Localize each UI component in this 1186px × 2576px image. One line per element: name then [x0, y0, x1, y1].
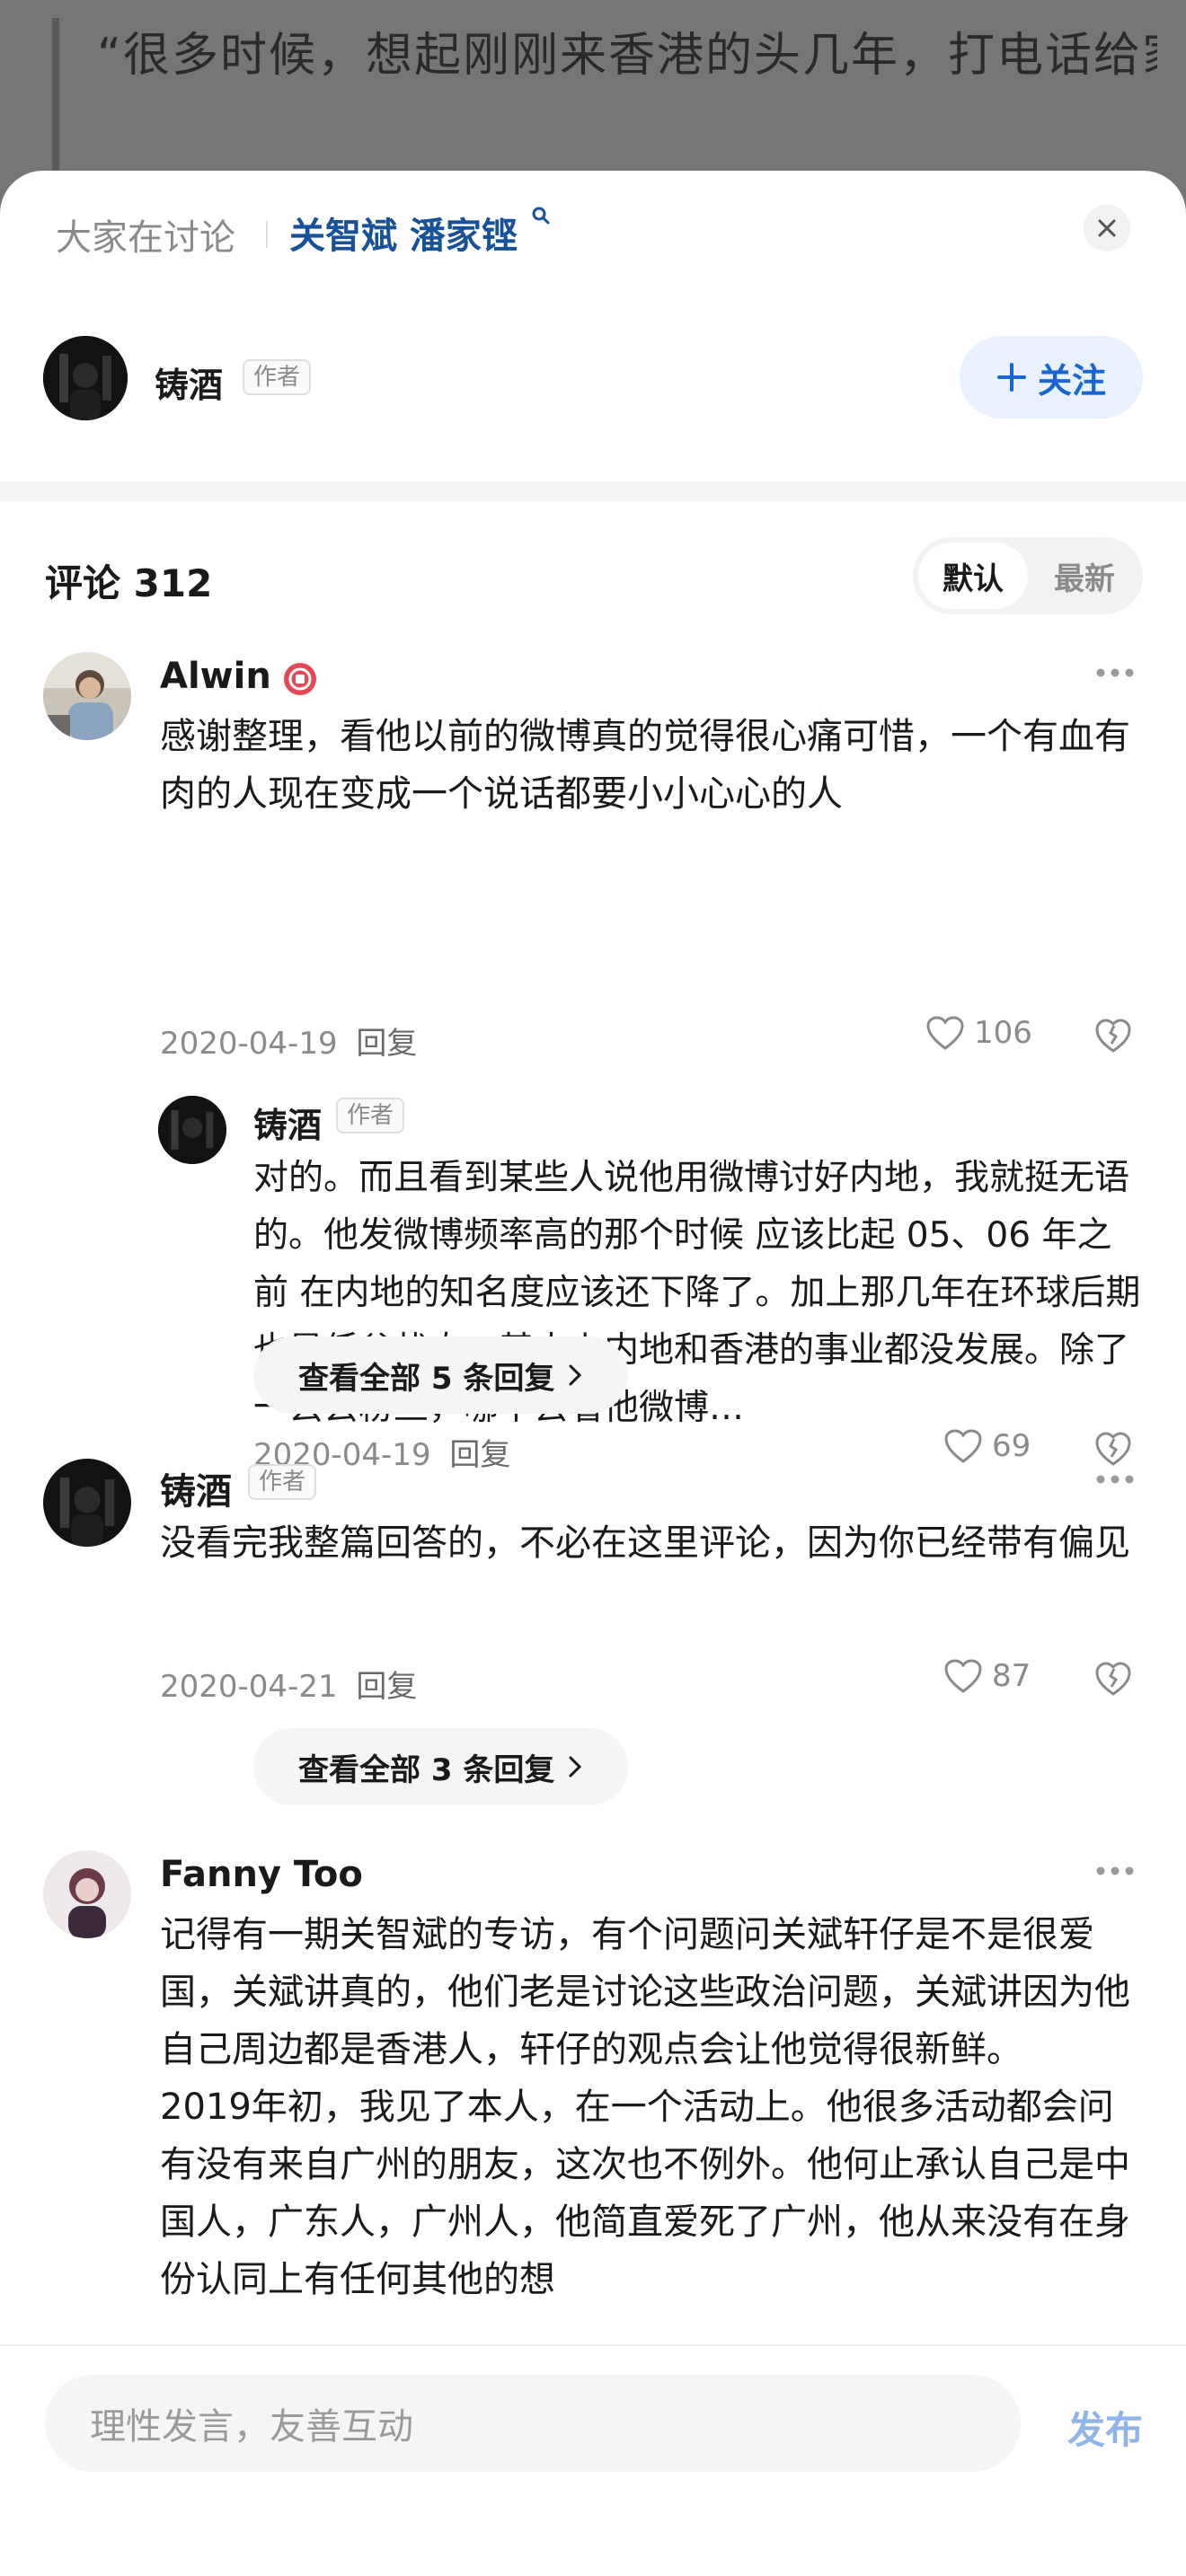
publish-button[interactable]: 发布 [1067, 2400, 1143, 2455]
comments-header: 评论 312 默认 最新 [0, 530, 1186, 620]
comment-item: Fanny Too 记得有一期关智斌的专访，有个问题问关斌轩仔是不是很爱国，关斌… [0, 1850, 1186, 2353]
commenter-name[interactable]: Fanny Too [160, 1854, 363, 1895]
plus-icon [996, 363, 1026, 392]
reply-link[interactable]: 回复 [356, 1669, 417, 1705]
heart-icon [926, 1016, 964, 1050]
more-options-icon[interactable] [1094, 1865, 1136, 1877]
author-badge: 作者 [243, 359, 312, 395]
comment-date: 2020-04-19 [160, 1026, 338, 1062]
comment-input[interactable]: 理性发言，友善互动 [45, 2375, 1021, 2472]
comment-composer: 理性发言，友善互动 发布 [0, 2344, 1186, 2576]
reply-link[interactable]: 回复 [356, 1026, 417, 1062]
comments-sheet: 大家在讨论 关智斌 潘家铿 铸酒 作者 关注 评论 312 默认 最新 Alwi… [0, 171, 1186, 2576]
commenter-name[interactable]: 铸酒 [160, 1462, 232, 1514]
topbar-separator [266, 221, 268, 248]
commenter-name[interactable]: Alwin [160, 656, 271, 697]
dislike-icon[interactable] [1093, 1658, 1134, 1699]
like-button[interactable]: 87 [943, 1658, 1031, 1694]
author-avatar[interactable] [43, 336, 128, 420]
like-count: 106 [974, 1015, 1032, 1051]
view-all-replies-button[interactable]: 查看全部 5 条回复 [253, 1337, 629, 1414]
comment-meta: 2020-04-19 回复 [160, 1019, 417, 1063]
like-count: 87 [992, 1658, 1031, 1694]
search-icon[interactable] [532, 207, 550, 225]
screen: “很多时候，想起刚刚来香港的头几年，打电话给家，给爸爸妈妈的时候，爸爸妈妈都会 … [0, 0, 1186, 2576]
commenter-badge: 作者 [248, 1464, 317, 1500]
sort-default-tab[interactable]: 默认 [918, 543, 1028, 609]
close-button[interactable] [1084, 205, 1130, 251]
chevron-right-icon [569, 1756, 582, 1778]
discuss-label: 大家在讨论 [56, 217, 235, 259]
sheet-topbar: 大家在讨论 关智斌 潘家铿 [0, 171, 1186, 296]
close-icon [1098, 219, 1116, 237]
sort-latest-tab[interactable]: 最新 [1031, 543, 1137, 609]
commenter-avatar[interactable] [43, 1850, 131, 1938]
article-quote-text: “很多时候，想起刚刚来香港的头几年，打电话给家，给爸爸妈妈的时候，爸爸妈妈都会 [97, 29, 1157, 83]
sub-reply-avatar[interactable] [158, 1096, 226, 1164]
comment-meta: 2020-04-21 回复 [160, 1662, 417, 1706]
dislike-icon[interactable] [1093, 1015, 1134, 1056]
more-options-icon[interactable] [1094, 666, 1136, 679]
comment-text: 感谢整理，看他以前的微博真的觉得很心痛可惜，一个有血有肉的人现在变成一个说话都要… [160, 716, 1130, 815]
chevron-right-icon [569, 1364, 582, 1386]
view-all-label: 查看全部 5 条回复 [298, 1360, 555, 1397]
commenter-avatar[interactable] [43, 652, 131, 740]
author-row: 铸酒 作者 关注 [0, 332, 1186, 440]
commenter-avatar[interactable] [43, 1459, 131, 1547]
comment-text: 记得有一期关智斌的专访，有个问题问关斌轩仔是不是很爱国，关斌讲真的，他们老是讨论… [160, 1914, 1130, 2300]
heart-icon [944, 1659, 982, 1693]
view-all-replies-button[interactable]: 查看全部 3 条回复 [253, 1728, 629, 1805]
author-name[interactable]: 铸酒 [155, 357, 223, 407]
view-all-label: 查看全部 3 条回复 [298, 1751, 555, 1788]
comments-count-title: 评论 312 [45, 561, 213, 605]
home-indicator-area [0, 2553, 1186, 2576]
comment-text: 没看完我整篇回答的，不必在这里评论，因为你已经带有偏见 [160, 1522, 1130, 1564]
follow-button[interactable]: 关注 [960, 336, 1143, 419]
section-divider [0, 481, 1186, 501]
vip-badge-icon [284, 663, 316, 695]
sub-reply-badge: 作者 [336, 1098, 405, 1134]
follow-label: 关注 [1037, 360, 1106, 401]
more-options-icon[interactable] [1094, 1473, 1136, 1486]
like-button[interactable]: 106 [925, 1015, 1032, 1051]
comment-date: 2020-04-21 [160, 1669, 338, 1705]
sort-toggle: 默认 最新 [913, 537, 1143, 614]
sub-reply-name[interactable]: 铸酒 [253, 1098, 322, 1147]
topic-links[interactable]: 关智斌 潘家铿 [289, 207, 518, 259]
